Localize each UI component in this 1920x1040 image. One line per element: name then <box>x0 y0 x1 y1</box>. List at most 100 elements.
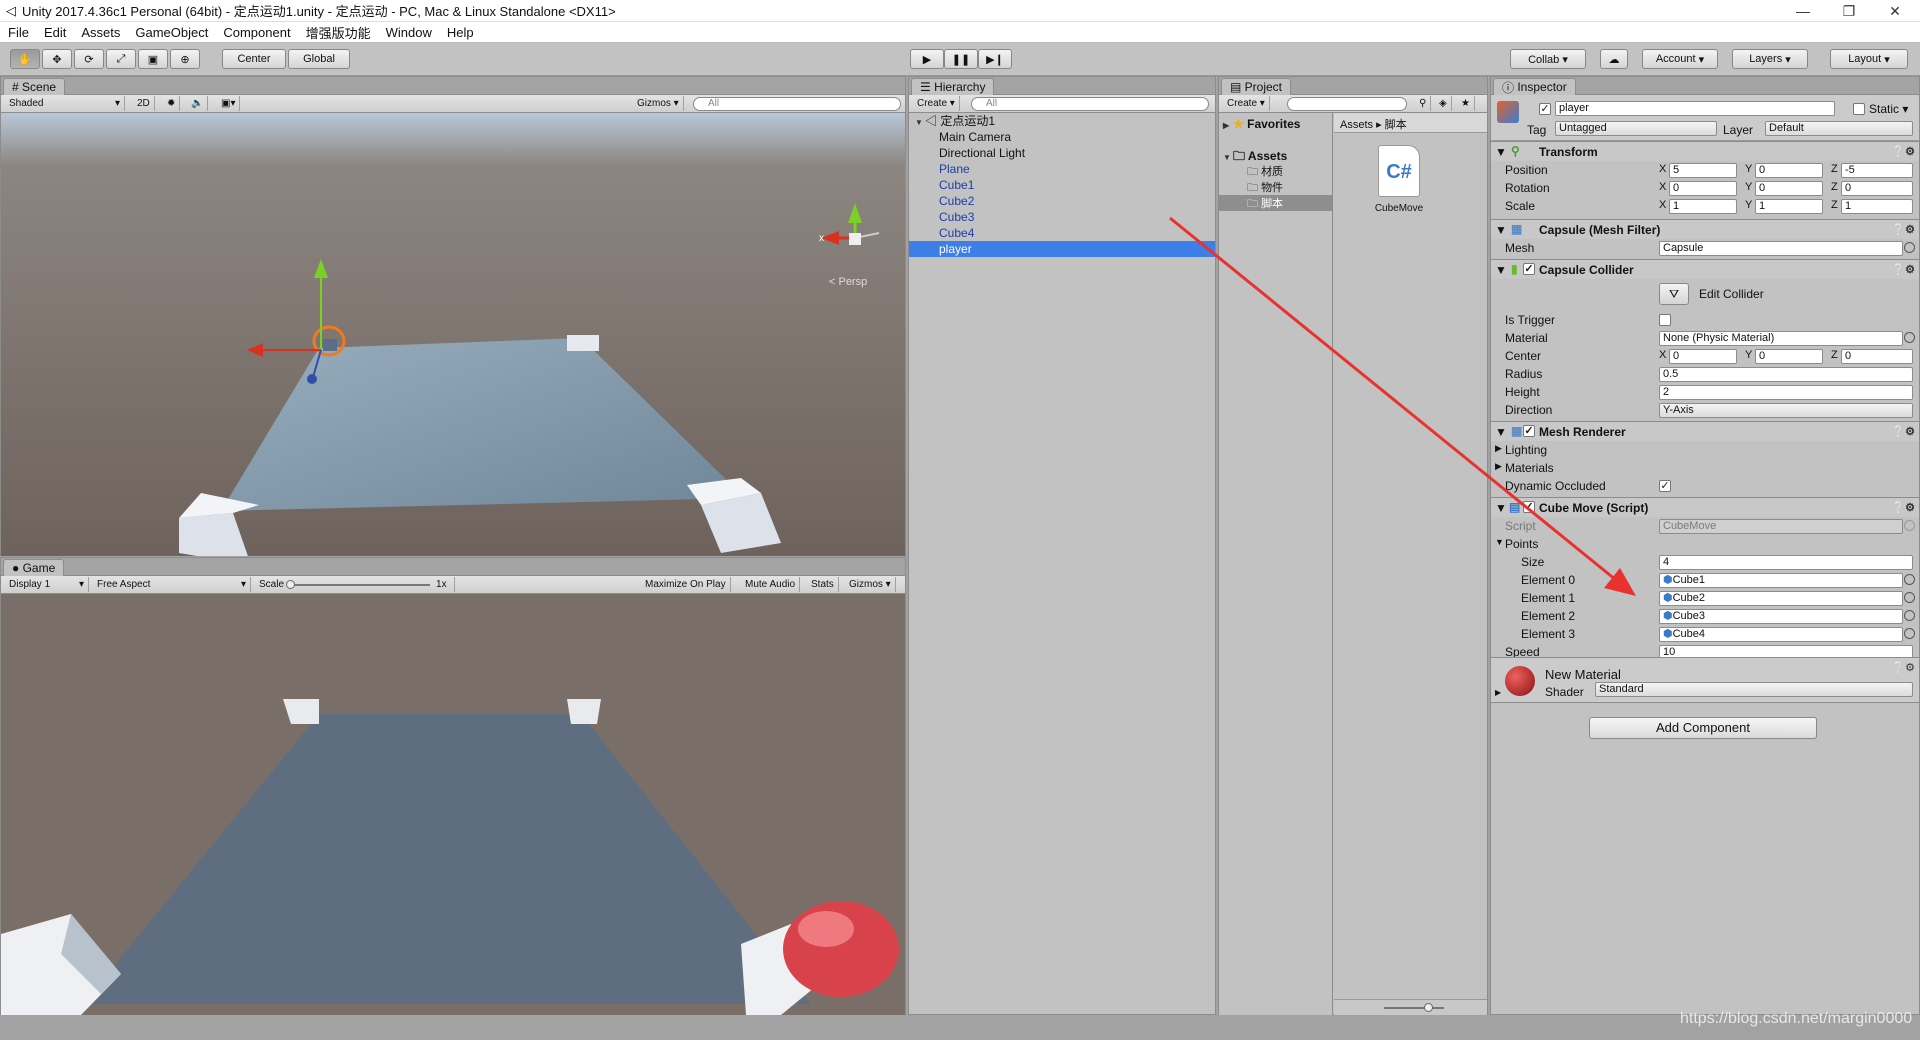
gear-icon[interactable]: ❔⚙ <box>1891 501 1915 514</box>
layers-button[interactable]: Layers ▾ <box>1732 49 1808 69</box>
close-button[interactable]: ✕ <box>1872 0 1918 22</box>
move-tool-icon[interactable]: ✥ <box>42 49 72 69</box>
layout-button[interactable]: Layout ▾ <box>1830 49 1908 69</box>
transform-header[interactable]: ▼ ⚲ Transform ❔⚙ <box>1491 141 1919 161</box>
menu-component[interactable]: Component <box>223 25 290 40</box>
mute-audio-toggle[interactable]: Mute Audio <box>741 577 801 592</box>
scale-z-field[interactable]: 1 <box>1841 199 1913 214</box>
hierarchy-search-input[interactable]: All <box>971 97 1209 111</box>
object-picker-icon[interactable] <box>1904 610 1915 621</box>
size-field[interactable]: 4 <box>1659 555 1913 570</box>
gear-icon[interactable]: ❔⚙ <box>1891 661 1915 674</box>
physic-material-field[interactable]: None (Physic Material) <box>1659 331 1903 346</box>
element-field[interactable]: ⬢Cube4 <box>1659 627 1903 642</box>
collider-enabled-checkbox[interactable]: ✓ <box>1523 263 1535 275</box>
hierarchy-item[interactable]: Directional Light <box>909 145 1215 161</box>
cloud-icon[interactable]: ☁ <box>1600 49 1628 69</box>
maximize-on-play-toggle[interactable]: Maximize On Play <box>641 577 731 592</box>
rotation-x-field[interactable]: 0 <box>1669 181 1737 196</box>
step-icon[interactable]: ▶❙ <box>978 49 1012 69</box>
shading-dropdown[interactable]: Shaded ▾ <box>5 96 125 111</box>
label-icon[interactable]: ◈ <box>1435 96 1452 111</box>
zoom-handle[interactable] <box>1424 1003 1433 1012</box>
hand-tool-icon[interactable]: ✋ <box>10 49 40 69</box>
element-field[interactable]: ⬢Cube1 <box>1659 573 1903 588</box>
audio-icon[interactable]: 🔈 <box>187 96 209 111</box>
mesh-renderer-header[interactable]: ▼ ▦ ✓ Mesh Renderer ❔⚙ <box>1491 421 1919 441</box>
object-picker-icon[interactable] <box>1904 242 1915 253</box>
folder-item-selected[interactable]: 🗀 脚本 <box>1219 195 1332 211</box>
add-component-button[interactable]: Add Component <box>1589 717 1817 739</box>
zoom-slider[interactable] <box>1334 999 1487 1015</box>
is-trigger-checkbox[interactable] <box>1659 314 1671 326</box>
position-y-field[interactable]: 0 <box>1755 163 1823 178</box>
project-search-input[interactable] <box>1287 97 1407 111</box>
object-name-field[interactable]: player <box>1555 101 1835 116</box>
hierarchy-item[interactable]: Cube2 <box>909 193 1215 209</box>
scale-slider[interactable]: Scale 1x <box>255 577 455 592</box>
center-z-field[interactable]: 0 <box>1841 349 1913 364</box>
mesh-filter-header[interactable]: ▼ ▦ Capsule (Mesh Filter) ❔⚙ <box>1491 219 1919 239</box>
object-picker-icon[interactable] <box>1904 628 1915 639</box>
rotation-z-field[interactable]: 0 <box>1841 181 1913 196</box>
center-x-field[interactable]: 0 <box>1669 349 1737 364</box>
scale-x-field[interactable]: 1 <box>1669 199 1737 214</box>
scene-gizmos-button[interactable]: Gizmos ▾ <box>633 96 684 111</box>
filter-icon[interactable]: ⚲ <box>1415 96 1432 111</box>
layer-dropdown[interactable]: Default <box>1765 121 1913 136</box>
menu-help[interactable]: Help <box>447 25 474 40</box>
static-dropdown[interactable]: Static ▾ <box>1869 102 1908 116</box>
stats-toggle[interactable]: Stats <box>807 577 839 592</box>
project-create-button[interactable]: Create ▾ <box>1223 96 1270 111</box>
mode-2d-button[interactable]: 2D <box>133 96 155 111</box>
gear-icon[interactable]: ❔⚙ <box>1891 425 1915 438</box>
element-field[interactable]: ⬢Cube3 <box>1659 609 1903 624</box>
height-field[interactable]: 2 <box>1659 385 1913 400</box>
capsule-collider-header[interactable]: ▼ ▮ ✓ Capsule Collider ❔⚙ <box>1491 259 1919 279</box>
rect-tool-icon[interactable]: ▣ <box>138 49 168 69</box>
dynamic-occluded-checkbox[interactable]: ✓ <box>1659 480 1671 492</box>
breadcrumb-leaf[interactable]: 脚本 <box>1385 119 1407 131</box>
menu-window[interactable]: Window <box>386 25 432 40</box>
static-checkbox[interactable] <box>1853 103 1865 115</box>
scale-y-field[interactable]: 1 <box>1755 199 1823 214</box>
tab-inspector[interactable]: ⓘ Inspector <box>1493 78 1576 95</box>
hierarchy-item[interactable]: Main Camera <box>909 129 1215 145</box>
collab-button[interactable]: Collab ▾ <box>1510 49 1586 69</box>
star-icon[interactable]: ★ <box>1457 96 1475 111</box>
hierarchy-item-selected[interactable]: player <box>909 241 1215 257</box>
menu-file[interactable]: File <box>8 25 29 40</box>
gear-icon[interactable]: ❔⚙ <box>1891 223 1915 236</box>
breadcrumb-root[interactable]: Assets <box>1340 119 1373 131</box>
pivot-global-button[interactable]: Global <box>288 49 350 69</box>
game-gizmos-button[interactable]: Gizmos ▾ <box>845 577 896 592</box>
tab-project[interactable]: ▤ Project <box>1221 78 1292 95</box>
tab-scene[interactable]: # Scene <box>3 78 66 95</box>
minimize-button[interactable]: — <box>1780 0 1826 22</box>
shader-dropdown[interactable]: Standard <box>1595 682 1913 697</box>
object-picker-icon[interactable] <box>1904 592 1915 603</box>
renderer-enabled-checkbox[interactable]: ✓ <box>1523 425 1535 437</box>
direction-dropdown[interactable]: Y-Axis <box>1659 403 1913 418</box>
object-picker-icon[interactable] <box>1904 574 1915 585</box>
tab-hierarchy[interactable]: ☰ Hierarchy <box>911 78 995 95</box>
script-enabled-checkbox[interactable]: ✓ <box>1523 501 1535 513</box>
maximize-button[interactable]: ❐ <box>1826 0 1872 22</box>
pivot-center-button[interactable]: Center <box>222 49 286 69</box>
aspect-dropdown[interactable]: Free Aspect ▾ <box>93 577 251 592</box>
menu-edit[interactable]: Edit <box>44 25 66 40</box>
active-checkbox[interactable]: ✓ <box>1539 103 1551 115</box>
scene-search-input[interactable]: All <box>693 97 901 111</box>
element-field[interactable]: ⬢Cube2 <box>1659 591 1903 606</box>
transform-tool-icon[interactable]: ⊕ <box>170 49 200 69</box>
materials-foldout[interactable]: ▶ Materials <box>1491 459 1919 477</box>
gear-icon[interactable]: ❔⚙ <box>1891 263 1915 276</box>
center-y-field[interactable]: 0 <box>1755 349 1823 364</box>
mesh-field[interactable]: Capsule <box>1659 241 1903 256</box>
hierarchy-item[interactable]: Plane <box>909 161 1215 177</box>
tab-game[interactable]: ● Game <box>3 559 65 576</box>
radius-field[interactable]: 0.5 <box>1659 367 1913 382</box>
edit-collider-button[interactable]: ⛛ <box>1659 283 1689 305</box>
position-x-field[interactable]: 5 <box>1669 163 1737 178</box>
menu-enhanced[interactable]: 增强版功能 <box>306 23 371 42</box>
